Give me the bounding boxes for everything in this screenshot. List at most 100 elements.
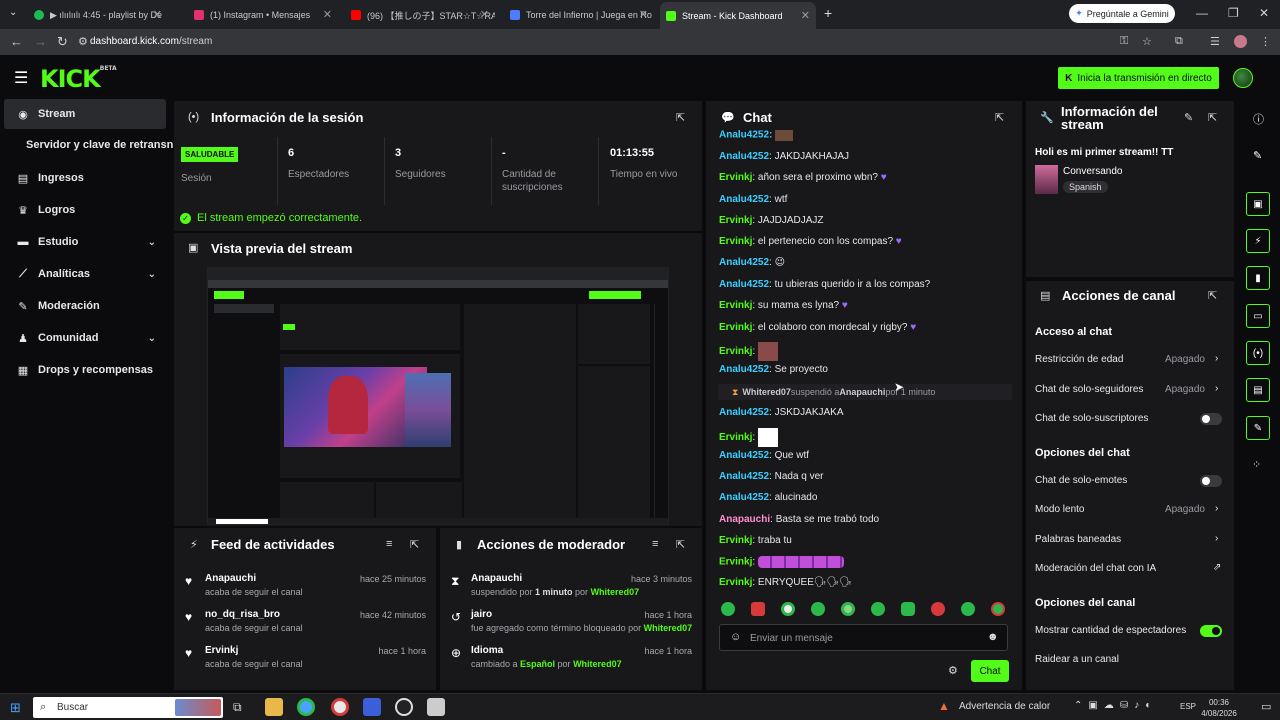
smiley-icon[interactable]: ☻	[987, 631, 999, 643]
sidebar-item-stream-key[interactable]: Servidor y clave de retransn	[26, 139, 173, 151]
chevron-right-icon[interactable]: ›	[1215, 533, 1218, 544]
emote-button[interactable]	[781, 602, 795, 616]
gear-icon[interactable]: ⚙	[948, 664, 958, 677]
sidebar-item-ingresos[interactable]: ▤ Ingresos	[4, 163, 166, 193]
sidebar-item-drops[interactable]: ▦ Drops y recompensas	[4, 355, 166, 385]
notification-icon[interactable]: ▭	[1261, 700, 1271, 713]
weather-label[interactable]: Advertencia de calor	[959, 701, 1050, 712]
chrome-profile-icon[interactable]	[331, 698, 349, 716]
widgets-icon[interactable]: ⁘	[1252, 458, 1261, 471]
maximize-icon[interactable]: ❐	[1228, 6, 1239, 20]
sidebar-item-analiticas[interactable]: ⟋ Analíticas ⌄	[4, 259, 166, 289]
close-window-icon[interactable]: ✕	[1259, 6, 1269, 20]
rail-button-wrench[interactable]: ✎	[1246, 416, 1270, 440]
popout-icon[interactable]: ⇱	[1208, 111, 1217, 124]
windows-start-icon[interactable]: ⊞	[10, 700, 21, 716]
filter-icon[interactable]: ≡	[652, 538, 658, 550]
slow-mode-label[interactable]: Modo lento	[1035, 504, 1084, 515]
system-tray-icons[interactable]: ⌃▣☁⛁♪◐	[1074, 700, 1157, 711]
back-icon[interactable]: ←	[10, 34, 23, 49]
url-field[interactable]: dashboard.kick.com/stream	[90, 36, 212, 47]
task-view-icon[interactable]: ⧉	[233, 700, 242, 715]
reading-list-icon[interactable]: ☰	[1210, 35, 1220, 48]
tab-youtube[interactable]: (96) 【推しの子】STAR☆T☆RAIN/✕	[345, 4, 495, 26]
age-restriction-label[interactable]: Restricción de edad	[1035, 354, 1123, 365]
chevron-down-icon[interactable]: ⌄	[148, 333, 156, 344]
chrome-icon[interactable]	[297, 698, 315, 716]
rail-button-chat[interactable]: ▭	[1246, 304, 1270, 328]
popout-icon[interactable]: ⇱	[676, 538, 685, 551]
emotes-only-toggle[interactable]	[1200, 475, 1222, 487]
close-icon[interactable]: ✕	[323, 8, 332, 21]
close-icon[interactable]: ✕	[480, 8, 489, 21]
rail-button-panel[interactable]: ▮	[1246, 266, 1270, 290]
tab-spotify[interactable]: ▶ ılıılıılı 4:45 - playlist by De ✕	[28, 4, 168, 26]
new-tab-button[interactable]: +	[824, 5, 832, 21]
tab-list-icon[interactable]: ⌄	[9, 7, 17, 18]
chevron-right-icon[interactable]: ›	[1215, 503, 1218, 514]
info-icon[interactable]: ⓘ	[1253, 111, 1264, 127]
close-icon[interactable]: ✕	[801, 9, 810, 22]
kick-logo[interactable]: KICKBETA	[40, 65, 117, 93]
popout-icon[interactable]: ⇱	[1208, 289, 1217, 302]
language-indicator[interactable]: ESP	[1180, 702, 1196, 711]
category-name[interactable]: Conversando	[1063, 166, 1122, 177]
emote-button[interactable]	[961, 602, 975, 616]
emote-button[interactable]	[751, 602, 765, 616]
emote-button[interactable]	[721, 602, 735, 616]
show-viewers-toggle[interactable]	[1200, 625, 1222, 637]
taskbar-search[interactable]: ⌕ Buscar	[33, 697, 223, 718]
emote-button[interactable]	[931, 602, 945, 616]
chevron-right-icon[interactable]: ›	[1215, 383, 1218, 394]
subscribers-only-toggle[interactable]	[1200, 413, 1222, 425]
tab-kick-dashboard[interactable]: Stream - Kick Dashboard ✕	[660, 2, 816, 29]
file-explorer-icon[interactable]	[265, 698, 283, 716]
emote-button[interactable]	[901, 602, 915, 616]
rail-button-lightning[interactable]: ⚡	[1246, 229, 1270, 253]
emote-button[interactable]	[811, 602, 825, 616]
popout-icon[interactable]: ⇱	[676, 111, 685, 124]
edit-pencil-icon[interactable]: ✎	[1184, 111, 1193, 124]
chat-message-input[interactable]: ☺ Enviar un mensaje ☻	[719, 624, 1008, 651]
tab-roblox[interactable]: Torre del Infierno | Juega en Ro ✕	[504, 4, 654, 26]
rail-button-screen[interactable]: ▣	[1246, 192, 1270, 216]
popout-icon[interactable]: ⇱	[995, 111, 1004, 124]
stream-preview-video[interactable]	[207, 267, 669, 525]
close-icon[interactable]: ✕	[153, 8, 162, 21]
sidebar-item-moderacion[interactable]: ✎ Moderación	[4, 291, 166, 321]
sidebar-item-logros[interactable]: ♛ Logros	[4, 195, 166, 225]
external-link-icon[interactable]: ⇗	[1213, 562, 1221, 573]
menu-kebab-icon[interactable]: ⋮	[1260, 35, 1271, 48]
emote-button[interactable]	[871, 602, 885, 616]
minimize-icon[interactable]: —	[1196, 6, 1208, 20]
ai-moderation-label[interactable]: Moderación del chat con IA	[1035, 563, 1156, 574]
reload-icon[interactable]: ↻	[57, 34, 68, 50]
popout-icon[interactable]: ⇱	[410, 538, 419, 551]
sidebar-item-comunidad[interactable]: ♟ Comunidad ⌄	[4, 323, 166, 353]
password-key-icon[interactable]: ⚿	[1120, 35, 1128, 48]
followers-only-label[interactable]: Chat de solo-seguidores	[1035, 384, 1143, 395]
chat-send-button[interactable]: Chat	[971, 660, 1009, 682]
tab-instagram[interactable]: (1) Instagram • Mensajes ✕	[188, 4, 338, 26]
sidebar-item-estudio[interactable]: ▬ Estudio ⌄	[4, 227, 166, 257]
chevron-right-icon[interactable]: ›	[1215, 353, 1218, 364]
forward-icon[interactable]: →	[34, 34, 47, 49]
close-icon[interactable]: ✕	[639, 8, 648, 21]
banned-words-label[interactable]: Palabras baneadas	[1035, 534, 1121, 545]
raid-channel-label[interactable]: Raidear a un canal	[1035, 654, 1119, 665]
filter-icon[interactable]: ≡	[386, 538, 392, 550]
taskbar-clock[interactable]: 00:36 4/08/2026	[1196, 697, 1242, 719]
pencil-icon[interactable]: ✎	[1253, 149, 1262, 162]
profile-avatar[interactable]	[1234, 35, 1247, 48]
sidebar-item-stream[interactable]: ◉ Stream	[4, 99, 166, 129]
obs-icon[interactable]	[395, 698, 413, 716]
user-avatar[interactable]	[1233, 68, 1253, 88]
rail-button-list[interactable]: ▤	[1246, 378, 1270, 402]
site-info-icon[interactable]: ⚙	[78, 35, 88, 48]
paint-icon[interactable]	[427, 698, 445, 716]
chevron-down-icon[interactable]: ⌄	[148, 237, 156, 248]
roblox-taskbar-icon[interactable]	[363, 698, 381, 716]
emote-button[interactable]	[841, 602, 855, 616]
go-live-button[interactable]: K Inicia la transmisión en directo	[1058, 67, 1219, 89]
rail-button-broadcast[interactable]: (•)	[1246, 341, 1270, 365]
